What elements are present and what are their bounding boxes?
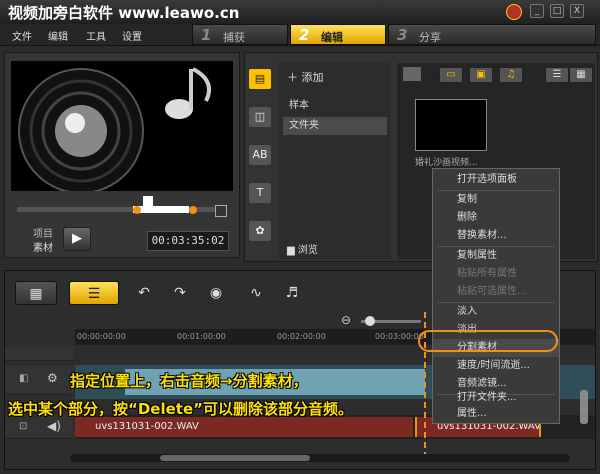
- horizontal-scrollbar[interactable]: [70, 454, 570, 462]
- menu-properties[interactable]: 属性...: [433, 405, 559, 423]
- mode-project[interactable]: 项目: [33, 225, 53, 240]
- record-icon[interactable]: ◉: [201, 281, 231, 305]
- menu-speed-timelapse[interactable]: 速度/时间流逝...: [433, 357, 559, 375]
- title-bar: 视频加旁白软件 www.leawo.cn _ □ X: [0, 0, 600, 24]
- vertical-scroll-thumb[interactable]: [580, 390, 588, 424]
- redo-icon[interactable]: ↷: [165, 281, 195, 305]
- preview-panel: 项目 素材 ▶ 00:03:35:02: [4, 52, 240, 258]
- zoom-slider-knob[interactable]: [365, 316, 375, 326]
- speaker-icon: ◀): [47, 419, 61, 433]
- ruler-tick: 00:00:00:00: [77, 332, 126, 341]
- menu-delete[interactable]: 删除: [433, 209, 559, 227]
- tab-capture[interactable]: 1 捕获: [192, 24, 288, 45]
- zoom-out-icon[interactable]: ⊖: [341, 313, 351, 327]
- mode-clip[interactable]: 素材: [33, 239, 53, 254]
- step-number: 1: [201, 26, 212, 44]
- media-thumbnail[interactable]: [415, 99, 487, 151]
- audio-clip-a[interactable]: uvs131031-002.WAV: [75, 417, 413, 437]
- menu-fade-in[interactable]: 淡入: [433, 303, 559, 321]
- ruler-tick: 00:03:00:00: [375, 332, 424, 341]
- show-video-button[interactable]: ▭: [439, 67, 463, 83]
- thumbnail-label: 婚礼沙画视频...: [415, 158, 478, 168]
- trim-start-handle[interactable]: [133, 206, 141, 214]
- audio-mixer-icon[interactable]: ∿: [241, 281, 271, 305]
- close-button[interactable]: X: [570, 4, 584, 18]
- auto-music-icon[interactable]: ♬: [277, 281, 307, 305]
- list-view-button[interactable]: ☰: [545, 67, 569, 83]
- speaker-image: [18, 67, 211, 191]
- menu-copy[interactable]: 复制: [433, 191, 559, 209]
- timecode-display[interactable]: 00:03:35:02: [147, 231, 229, 251]
- app-logo-icon: [506, 4, 522, 20]
- menu-settings[interactable]: 设置: [122, 28, 142, 43]
- transition-icon[interactable]: ◫: [249, 107, 271, 127]
- step-number: 3: [397, 26, 408, 44]
- track-header-video: [5, 347, 73, 361]
- menu-replace-clip[interactable]: 替换素材...: [433, 227, 559, 245]
- step-label: 编辑: [321, 31, 343, 44]
- scrub-selection: [133, 206, 189, 213]
- open-folder-icon[interactable]: [403, 67, 421, 81]
- library-category-bar: ▤ ◫ AB T ✿: [247, 63, 273, 259]
- annotation-line-2: 选中某个部分，按“Delete”可以删除该部分音频。: [8, 400, 354, 418]
- browse-button[interactable]: ▆ 浏览: [287, 241, 318, 256]
- highlight-oval: [418, 330, 558, 352]
- window-title: 视频加旁白软件 www.leawo.cn: [8, 4, 240, 22]
- folder-icon: ▆: [287, 245, 298, 256]
- folder-item-folder[interactable]: 文件夹: [283, 117, 387, 135]
- menu-copy-attributes[interactable]: 复制属性: [433, 247, 559, 265]
- menu-file[interactable]: 文件: [12, 28, 32, 43]
- media-icon[interactable]: ▤: [249, 69, 271, 89]
- maximize-button[interactable]: □: [550, 4, 564, 18]
- trim-end-handle[interactable]: [189, 206, 197, 214]
- undo-icon[interactable]: ↶: [129, 281, 159, 305]
- tab-edit[interactable]: 2 编辑: [290, 24, 386, 45]
- horizontal-scroll-thumb[interactable]: [160, 455, 310, 461]
- context-menu: 打开选项面板 复制 删除 替换素材... 复制属性 粘贴所有属性 粘贴可选属性.…: [432, 168, 560, 424]
- track-icon: ◧: [19, 373, 29, 384]
- step-label: 分享: [419, 31, 441, 44]
- ruler-tick: 00:01:00:00: [177, 332, 226, 341]
- menu-edit[interactable]: 编辑: [48, 28, 68, 43]
- enlarge-preview-icon[interactable]: [215, 205, 227, 217]
- storyboard-view-button[interactable]: ▦: [15, 281, 57, 305]
- plus-icon: ＋: [287, 71, 302, 84]
- show-audio-button[interactable]: ♫: [499, 67, 523, 83]
- timeline-view-button[interactable]: ☰: [69, 281, 119, 305]
- lock-icon: ⊡: [19, 421, 28, 432]
- playhead-knob[interactable]: [143, 196, 153, 206]
- preview-screen: [11, 61, 233, 191]
- menu-paste-all-attributes: 粘贴所有属性: [457, 268, 517, 279]
- play-button[interactable]: ▶: [63, 227, 91, 251]
- menu-open-options[interactable]: 打开选项面板: [433, 171, 559, 189]
- filter-icon[interactable]: ✿: [249, 221, 271, 241]
- ruler-tick: 00:02:00:00: [277, 332, 326, 341]
- overlay-track-icon: ⚙: [47, 371, 58, 385]
- text-icon[interactable]: T: [249, 183, 271, 203]
- folder-item-sample[interactable]: 样本: [283, 97, 387, 115]
- folder-list: ＋ 添加 样本 文件夹 ▆ 浏览: [279, 63, 391, 259]
- minimize-button[interactable]: _: [530, 4, 544, 18]
- annotation-line-1: 指定位置上，右击音频→分割素材，: [70, 372, 308, 390]
- add-folder-button[interactable]: ＋ 添加: [287, 69, 324, 85]
- add-label: 添加: [301, 71, 324, 84]
- tab-share[interactable]: 3 分享: [388, 24, 596, 45]
- track-header-overlay[interactable]: ◧ ⚙: [5, 365, 73, 395]
- step-label: 捕获: [223, 31, 245, 44]
- menu-tools[interactable]: 工具: [86, 28, 106, 43]
- menu-paste-selected-attributes: 粘贴可选属性...: [457, 286, 527, 297]
- title-icon[interactable]: AB: [249, 145, 271, 165]
- grid-view-button[interactable]: ▦: [569, 67, 593, 83]
- browse-label: 浏览: [297, 245, 318, 256]
- step-number: 2: [299, 26, 310, 44]
- show-image-button[interactable]: ▣: [469, 67, 493, 83]
